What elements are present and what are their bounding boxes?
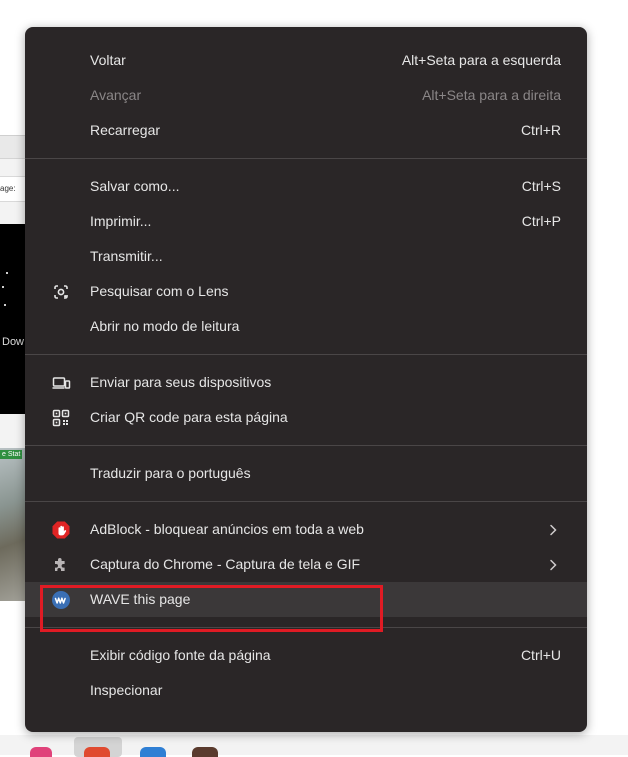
menu-item-shortcut: Ctrl+S — [521, 178, 561, 194]
chrome-taskbar-icon[interactable] — [84, 747, 110, 757]
menu-item-label: Criar QR code para esta página — [90, 409, 288, 425]
menu-item-label: Salvar como... — [90, 178, 180, 194]
adblock-icon — [51, 520, 71, 540]
menu-item-label: Pesquisar com o Lens — [90, 283, 229, 299]
background-dot — [2, 286, 4, 288]
menu-item-label: Enviar para seus dispositivos — [90, 374, 272, 390]
menu-item-label: Imprimir... — [90, 213, 152, 229]
menu-item-inspecionar[interactable]: Inspecionar — [25, 673, 587, 708]
menu-separator — [25, 354, 587, 355]
qr-code-icon — [51, 408, 71, 428]
devices-icon — [51, 373, 71, 393]
menu-item-label: Captura do Chrome - Captura de tela e GI… — [90, 556, 361, 572]
menu-item-pesquisar-com-o-lens[interactable]: Pesquisar com o Lens — [25, 274, 587, 309]
menu-item-label: Voltar — [90, 52, 126, 68]
menu-item-exibir-codigo-fonte-da-pagina[interactable]: Exibir código fonte da página Ctrl+U — [25, 638, 587, 673]
menu-item-label: Recarregar — [90, 122, 161, 138]
menu-item-shortcut: Alt+Seta para a direita — [422, 87, 561, 103]
menu-item-label: Abrir no modo de leitura — [90, 318, 240, 334]
menu-separator — [25, 158, 587, 159]
menu-item-shortcut: Ctrl+R — [520, 122, 561, 138]
lens-icon — [51, 282, 71, 302]
menu-item-label: Avançar — [90, 87, 142, 103]
menu-item-criar-qr-code-para-esta-pagina[interactable]: Criar QR code para esta página — [25, 400, 587, 435]
background-dark-text: Dow — [2, 336, 25, 348]
menu-item-captura-do-chrome-captura-de-tela-e-gif[interactable]: Captura do Chrome - Captura de tela e GI… — [25, 547, 587, 582]
menu-item-adblock-bloquear-anuncios-em-toda-a-web[interactable]: AdBlock - bloquear anúncios em toda a we… — [25, 512, 587, 547]
menu-item-transmitir[interactable]: Transmitir... — [25, 239, 587, 274]
vscode-taskbar-icon[interactable] — [140, 747, 166, 757]
background-dot — [4, 304, 6, 306]
menu-item-imprimir[interactable]: Imprimir... Ctrl+P — [25, 204, 587, 239]
menu-item-traduzir-para-o-portugues[interactable]: Traduzir para o português — [25, 456, 587, 491]
background-status-label: e Stat — [0, 450, 23, 459]
menu-item-shortcut: Ctrl+U — [520, 647, 561, 663]
menu-item-label: Transmitir... — [90, 248, 163, 264]
annotation-highlight-box — [40, 585, 383, 632]
menu-item-abrir-no-modo-de-leitura[interactable]: Abrir no modo de leitura — [25, 309, 587, 344]
puzzle-extension-icon — [51, 555, 71, 575]
menu-separator — [25, 445, 587, 446]
menu-item-label: Inspecionar — [90, 682, 163, 698]
menu-item-label: Traduzir para o português — [90, 465, 251, 481]
menu-item-recarregar[interactable]: Recarregar Ctrl+R — [25, 113, 587, 148]
chevron-right-icon — [547, 558, 559, 572]
background-dot — [6, 272, 8, 274]
menu-separator — [25, 501, 587, 502]
menu-item-shortcut: Alt+Seta para a esquerda — [401, 52, 561, 68]
menu-item-voltar[interactable]: Voltar Alt+Seta para a esquerda — [25, 43, 587, 78]
menu-item-avancar[interactable]: Avançar Alt+Seta para a direita — [25, 78, 587, 113]
menu-item-label: Exibir código fonte da página — [90, 647, 271, 663]
menu-item-label: AdBlock - bloquear anúncios em toda a we… — [90, 521, 364, 537]
chevron-right-icon — [547, 523, 559, 537]
taskbar-app-icon[interactable] — [30, 747, 52, 757]
taskbar-app-icon[interactable] — [192, 747, 218, 757]
menu-item-enviar-para-seus-dispositivos[interactable]: Enviar para seus dispositivos — [25, 365, 587, 400]
menu-item-shortcut: Ctrl+P — [521, 213, 561, 229]
menu-item-salvar-como[interactable]: Salvar como... Ctrl+S — [25, 169, 587, 204]
